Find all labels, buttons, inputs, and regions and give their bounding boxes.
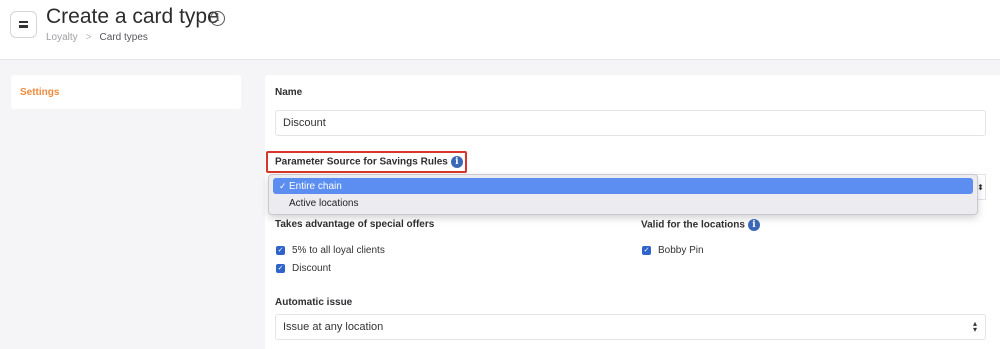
menu-icon: [19, 21, 28, 28]
option-entire-chain[interactable]: ✓ Entire chain: [273, 178, 973, 194]
param-source-label-text: Parameter Source for Savings Rules: [275, 156, 448, 168]
auto-issue-value: Issue at any location: [283, 321, 384, 333]
checkmark-icon: ✓: [279, 180, 287, 191]
top-bar: Create a card type i Loyalty > Card type…: [0, 0, 1000, 60]
auto-issue-select[interactable]: Issue at any location ▴ ▾: [275, 314, 986, 340]
breadcrumb-loyalty[interactable]: Loyalty: [46, 32, 78, 43]
info-icon[interactable]: i: [747, 219, 760, 231]
offer-checkbox-row[interactable]: ✓ Discount: [276, 263, 331, 274]
name-label: Name: [275, 87, 303, 98]
checkbox-checked-icon[interactable]: ✓: [276, 246, 285, 255]
offer-label: 5% to all loyal clients: [292, 245, 385, 256]
location-label: Bobby Pin: [658, 245, 704, 256]
select-arrows-icon: ▴ ▾: [972, 319, 977, 334]
offers-label: Takes advantage of special offers: [275, 219, 435, 230]
page-title: Create a card type: [46, 5, 219, 28]
info-icon[interactable]: i: [450, 156, 463, 168]
option-active-locations[interactable]: Active locations: [273, 195, 973, 211]
breadcrumb: Loyalty > Card types: [46, 32, 148, 43]
offer-checkbox-row[interactable]: ✓ 5% to all loyal clients: [276, 245, 385, 256]
param-source-label: Parameter Source for Savings Rules i: [275, 156, 463, 168]
location-checkbox-row[interactable]: ✓ Bobby Pin: [642, 245, 704, 256]
settings-sidebar: Settings: [11, 75, 241, 109]
param-source-dropdown[interactable]: ✓ Entire chain Active locations: [268, 174, 978, 215]
menu-button[interactable]: [10, 11, 37, 38]
sidebar-item-settings[interactable]: Settings: [20, 87, 59, 98]
locations-label: Valid for the locations i: [641, 219, 760, 231]
chevron-right-icon: >: [85, 32, 92, 43]
option-label: Entire chain: [289, 180, 342, 192]
checkbox-checked-icon[interactable]: ✓: [642, 246, 651, 255]
auto-issue-label: Automatic issue: [275, 297, 353, 308]
breadcrumb-card-types: Card types: [99, 32, 148, 43]
option-label: Active locations: [289, 197, 359, 209]
info-icon[interactable]: i: [210, 11, 225, 26]
offer-label: Discount: [292, 263, 331, 274]
locations-label-text: Valid for the locations: [641, 219, 745, 231]
name-input[interactable]: Discount: [275, 110, 986, 136]
name-input-value: Discount: [283, 117, 326, 129]
checkbox-checked-icon[interactable]: ✓: [276, 264, 285, 273]
